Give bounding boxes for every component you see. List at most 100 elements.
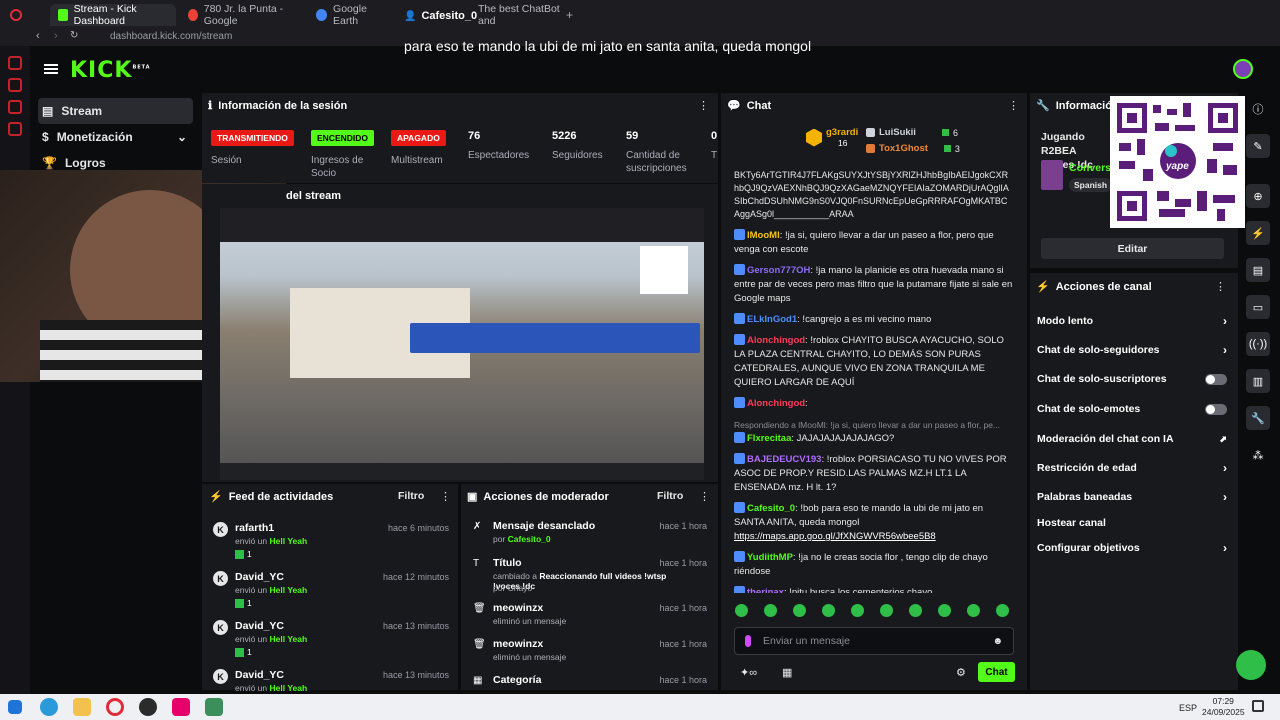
rail-info-icon[interactable]: ⓘ (1246, 97, 1270, 121)
tab-google-maps[interactable]: 780 Jr. la Punta - Google (180, 3, 306, 27)
rail-pen-icon[interactable]: ✎ (1246, 134, 1270, 158)
leader-1[interactable]: g3rardi 16 (806, 127, 858, 148)
tab-google-earth[interactable]: Google Earth (308, 3, 398, 27)
chat-send-button[interactable]: Chat (978, 662, 1015, 682)
chat-username[interactable]: Flxrecitaa (747, 433, 791, 444)
emote-icon[interactable] (880, 604, 893, 617)
tiktok-icon[interactable] (172, 698, 190, 716)
channel-action-9[interactable]: Configurar objetivos › (1037, 539, 1227, 557)
chat-username[interactable]: Alonchingod (747, 398, 805, 409)
taskbar-clock[interactable]: 07:29 24/09/2025 (1202, 696, 1245, 718)
feed-filter-button[interactable]: Filtro (398, 490, 424, 502)
chat-link[interactable]: https://maps.app.goo.gl/JfXNGWVR56wbee5B… (734, 530, 1014, 544)
feed-user[interactable]: David_YC (235, 571, 284, 583)
chat-message[interactable]: Respondiendo a lMooMl: !ja si, quiero ll… (734, 418, 1014, 446)
tab-kick[interactable]: Stream - Kick Dashboard (50, 3, 176, 27)
sidebar-app-icon[interactable] (8, 122, 22, 136)
chat-username[interactable]: therinax (747, 587, 784, 593)
chat-username[interactable]: Alonchingod (747, 335, 805, 346)
chat-message[interactable]: ELkInGod1: !cangrejo a es mi vecino mano (734, 313, 1014, 327)
channel-action-7[interactable]: Palabras baneadas › (1037, 488, 1227, 506)
settings-gear-icon[interactable]: ⚙ (956, 666, 966, 679)
emote-icon[interactable] (967, 604, 980, 617)
rail-chat-icon[interactable]: ▭ (1246, 295, 1270, 319)
chat-message[interactable]: BAJEDEUCV193: !roblox PORSIACASO TU NO V… (734, 453, 1014, 495)
chat-message[interactable]: Cafesito_0: !bob para eso te mando la ub… (734, 502, 1014, 544)
kebab-icon[interactable]: ⋮ (698, 99, 709, 112)
rail-broadcast-icon[interactable]: ((·)) (1246, 332, 1270, 356)
emote-icon[interactable] (793, 604, 806, 617)
url-field[interactable]: dashboard.kick.com/stream (110, 31, 232, 42)
stream-preview-video[interactable] (220, 208, 704, 480)
chat-input[interactable]: Enviar un mensaje ☻ (734, 627, 1014, 655)
file-explorer-icon[interactable] (73, 698, 91, 716)
kebab-icon[interactable]: ⋮ (699, 490, 710, 503)
channel-action-8[interactable]: Hostear canal (1037, 514, 1227, 532)
opera-taskbar-icon[interactable] (106, 698, 124, 716)
toggle-switch[interactable] (1205, 373, 1227, 385)
chat-message[interactable]: Alonchingod: (734, 397, 1014, 411)
gift-icon[interactable]: ✦∞ (740, 666, 757, 679)
notification-icon[interactable] (1252, 700, 1264, 712)
mod-filter-button[interactable]: Filtro (657, 490, 683, 502)
emote-icon[interactable] (735, 604, 748, 617)
support-bubble-icon[interactable] (1236, 650, 1266, 680)
channel-action-1[interactable]: Modo lento › (1037, 312, 1227, 330)
kebab-icon[interactable]: ⋮ (1215, 280, 1226, 293)
user-avatar[interactable] (1233, 59, 1253, 79)
toggle-switch[interactable] (1205, 403, 1227, 415)
channel-action-4[interactable]: Chat de solo-emotes (1037, 400, 1227, 418)
leader-2[interactable]: LuiSukii 6 (866, 127, 958, 138)
chat-message[interactable]: Alonchingod: !roblox CHAYITO BUSCA AYACU… (734, 334, 1014, 390)
chat-message[interactable]: YudiithMP: !ja no le creas socia flor , … (734, 551, 1014, 579)
store-icon[interactable]: ▦ (782, 666, 792, 679)
mic-icon[interactable] (745, 635, 751, 647)
channel-action-3[interactable]: Chat de solo-suscriptores (1037, 370, 1227, 388)
app-icon[interactable] (205, 698, 223, 716)
obs-icon[interactable] (139, 698, 157, 716)
emote-icon[interactable] (851, 604, 864, 617)
chat-message[interactable]: therinax: !pitu busca los cementerios ch… (734, 586, 1014, 593)
tab-chatbot[interactable]: The best ChatBot and (470, 3, 570, 27)
emote-icon[interactable] (909, 604, 922, 617)
nav-monetizacion[interactable]: $ Monetización ⌄ (38, 124, 193, 150)
chat-username[interactable]: ELkInGod1 (747, 314, 797, 325)
feed-item[interactable]: K David_YC hace 13 minutos envió un Hell Ye… (213, 618, 453, 667)
rail-layout-icon[interactable]: ▥ (1246, 369, 1270, 393)
back-icon[interactable]: ‹ (36, 30, 40, 42)
rail-apps-icon[interactable]: ⁂ (1246, 443, 1270, 467)
channel-action-5[interactable]: Moderación del chat con IA ⬈ (1037, 430, 1227, 448)
feed-user[interactable]: David_YC (235, 669, 284, 681)
chat-username[interactable]: Cafesito_0 (747, 503, 795, 514)
feed-user[interactable]: David_YC (235, 620, 284, 632)
feed-item[interactable]: K David_YC hace 12 minutos envió un Hell Ye… (213, 569, 453, 618)
emote-icon[interactable] (822, 604, 835, 617)
opera-icon[interactable] (10, 9, 22, 21)
forward-icon[interactable]: › (54, 30, 58, 42)
channel-action-6[interactable]: Restricción de edad › (1037, 459, 1227, 477)
channel-action-2[interactable]: Chat de solo-seguidores › (1037, 341, 1227, 359)
kebab-icon[interactable]: ⋮ (440, 490, 451, 503)
emoji-icon[interactable]: ☻ (992, 636, 1003, 647)
leader-3[interactable]: Tox1Ghost 3 (866, 143, 960, 154)
emote-icon[interactable] (938, 604, 951, 617)
rail-wrench-icon[interactable]: 🔧 (1246, 406, 1270, 430)
chat-reply-context[interactable]: Respondiendo a lMooMl: !ja si, quiero ll… (734, 418, 1014, 432)
edge-icon[interactable] (40, 698, 58, 716)
sidebar-app-icon[interactable] (8, 78, 22, 92)
feed-user[interactable]: rafarth1 (235, 522, 274, 534)
feed-item[interactable]: Krafarth1 hace 6 minutos envió un Hell Yea… (213, 520, 453, 569)
kebab-icon[interactable]: ⋮ (1008, 99, 1019, 112)
windows-start-icon[interactable] (8, 700, 22, 714)
rail-bolt-icon[interactable]: ⚡ (1246, 221, 1270, 245)
chat-message[interactable]: lMooMl: !ja si, quiero llevar a dar un p… (734, 229, 1014, 257)
emote-icon[interactable] (996, 604, 1009, 617)
sidebar-app-icon[interactable] (8, 56, 22, 70)
rail-target-icon[interactable]: ⊕ (1246, 184, 1270, 208)
chat-username[interactable]: lMooMl (747, 230, 780, 241)
chat-message[interactable]: Gerson777OH: !ja mano la planicie es otr… (734, 264, 1014, 306)
sidebar-app-icon[interactable] (8, 100, 22, 114)
emote-icon[interactable] (764, 604, 777, 617)
chat-username[interactable]: YudiithMP (747, 552, 793, 563)
rail-doc-icon[interactable]: ▤ (1246, 258, 1270, 282)
